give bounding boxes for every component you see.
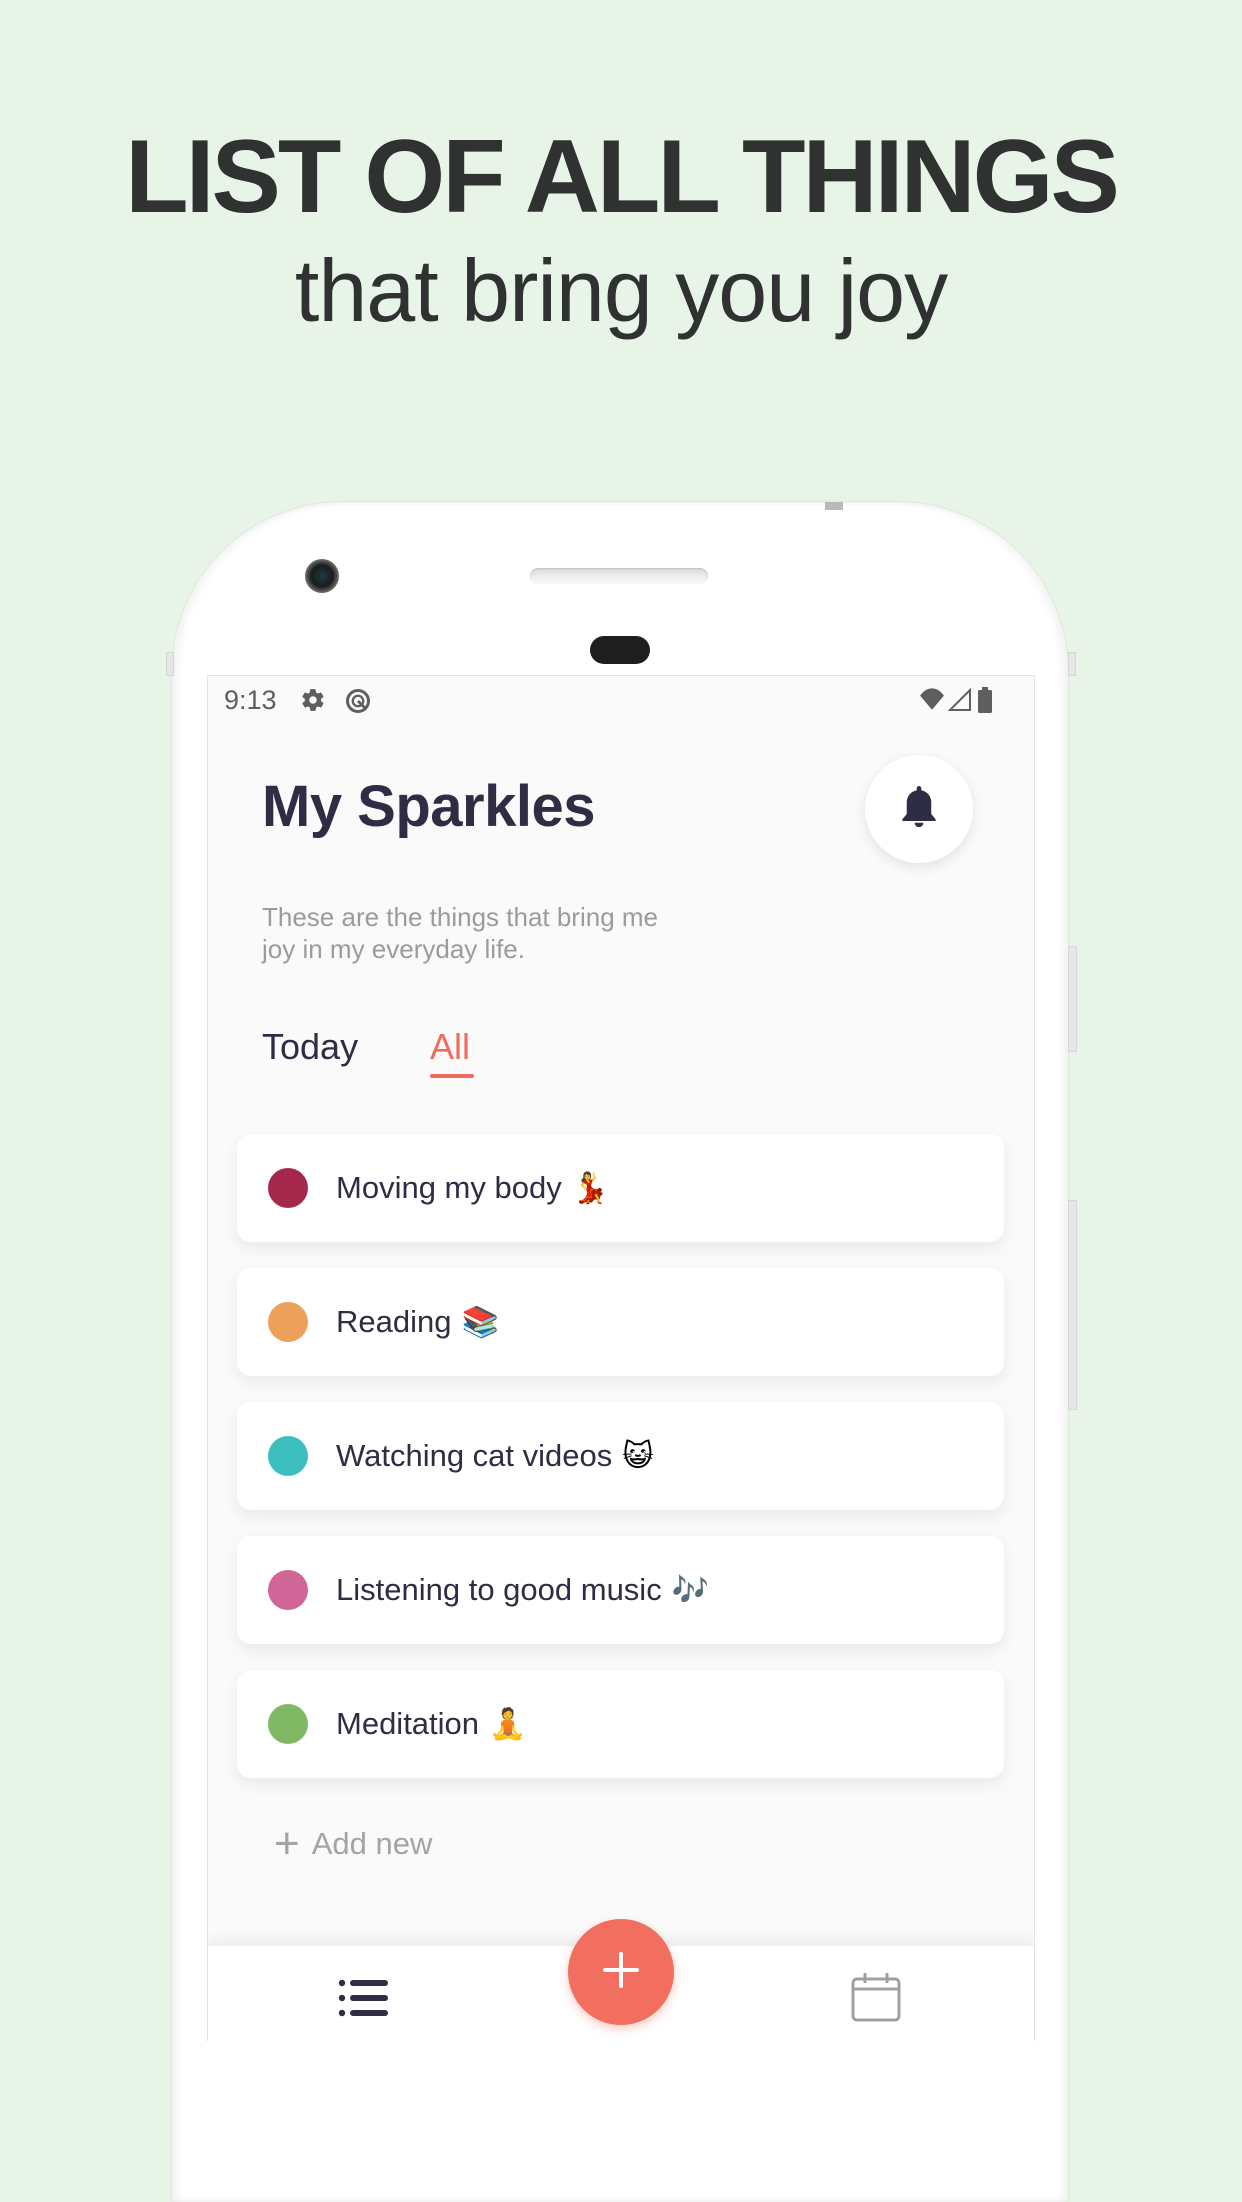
dancer-emoji-icon: 💃 <box>571 1171 610 1205</box>
cat-face-emoji-icon: 😺 <box>622 1439 654 1473</box>
promo-subheadline: that bring you joy <box>294 241 948 340</box>
list-item[interactable]: Moving my body 💃 <box>237 1134 1004 1242</box>
earpiece-speaker <box>530 568 708 584</box>
power-button <box>1068 946 1077 1052</box>
item-label: Reading <box>336 1304 452 1339</box>
list-item[interactable]: Reading 📚 <box>237 1268 1004 1376</box>
battery-icon <box>978 687 992 718</box>
list-item[interactable]: Watching cat videos 😺 <box>237 1402 1004 1510</box>
phone-top-button <box>825 502 843 510</box>
app-screen: 9:13 My Sparkles These are the things th… <box>207 675 1035 2041</box>
phone-right-nub <box>1068 652 1076 676</box>
item-color-dot <box>268 1436 308 1476</box>
add-new-button[interactable]: + Add new <box>274 1819 433 1868</box>
item-color-dot <box>268 1704 308 1744</box>
promo-headline: LIST OF ALL THINGS <box>125 119 1120 235</box>
signal-icon <box>947 687 972 718</box>
item-label: Moving my body <box>336 1170 562 1205</box>
item-color-dot <box>268 1168 308 1208</box>
list-item[interactable]: Listening to good music 🎶 <box>237 1536 1004 1644</box>
list-item[interactable]: Meditation 🧘 <box>237 1670 1004 1778</box>
calendar-icon[interactable] <box>850 1972 902 2027</box>
item-color-dot <box>268 1570 308 1610</box>
item-color-dot <box>268 1302 308 1342</box>
meditation-emoji-icon: 🧘 <box>489 1707 527 1741</box>
proximity-sensor <box>590 636 650 664</box>
front-camera <box>305 559 339 593</box>
list-icon[interactable] <box>338 1978 390 2023</box>
add-new-label: Add new <box>311 1826 433 1861</box>
volume-button <box>1068 1200 1077 1410</box>
gear-icon <box>300 687 326 718</box>
item-label: Meditation <box>336 1706 480 1741</box>
sparkle-list: Moving my body 💃 Reading 📚 Watching cat … <box>237 1134 1004 1804</box>
status-time: 9:13 <box>224 685 277 715</box>
wifi-icon <box>918 687 946 718</box>
item-label: Listening to good music <box>336 1572 662 1607</box>
notifications-button[interactable] <box>865 755 973 863</box>
active-tab-indicator <box>430 1074 474 1078</box>
page-subtitle: These are the things that bring me joy i… <box>262 902 659 964</box>
plus-icon <box>601 1950 641 1995</box>
music-notes-emoji-icon: 🎶 <box>671 1573 710 1607</box>
data-saver-icon <box>344 687 372 720</box>
books-emoji-icon: 📚 <box>461 1305 499 1339</box>
phone-left-nub <box>166 652 174 676</box>
add-sparkle-fab[interactable] <box>568 1919 674 2025</box>
tab-today[interactable]: Today <box>262 1026 358 1068</box>
plus-icon: + <box>274 1819 300 1868</box>
status-bar: 9:13 <box>208 676 1034 726</box>
tab-all[interactable]: All <box>430 1026 470 1068</box>
page-title: My Sparkles <box>262 774 596 839</box>
bell-icon <box>898 784 940 835</box>
item-label: Watching cat videos <box>336 1438 613 1473</box>
